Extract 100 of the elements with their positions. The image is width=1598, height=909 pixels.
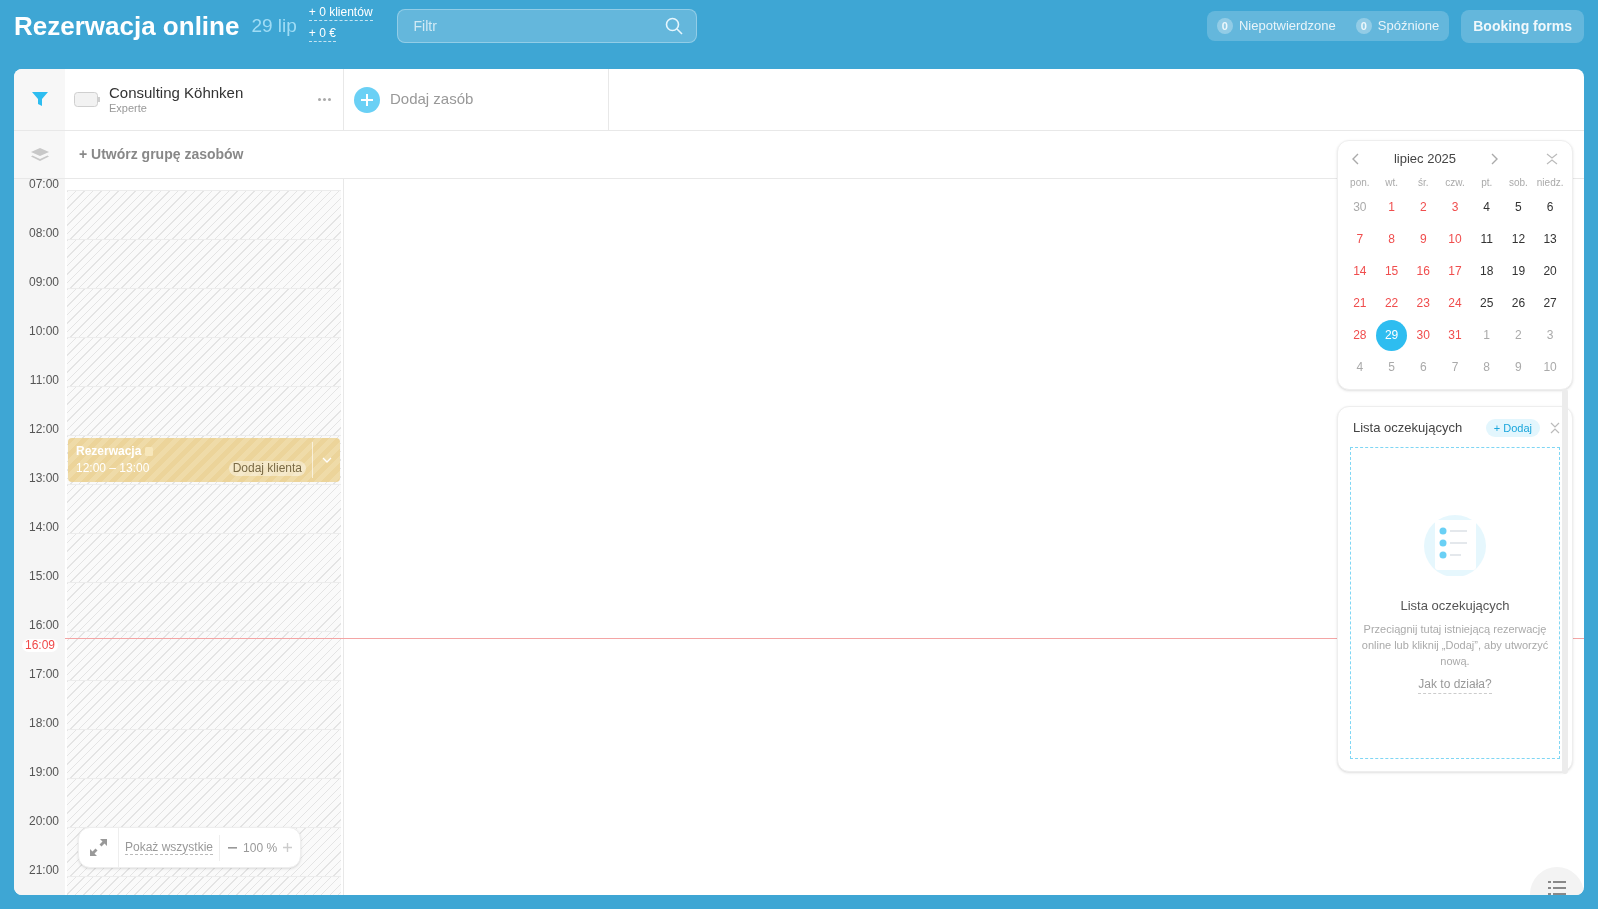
calendar-day[interactable]: 1 [1471, 319, 1503, 351]
revenue-amount[interactable]: + 0 € [308, 25, 336, 42]
booking-title: Rezerwacja [76, 444, 142, 459]
calendar-day[interactable]: 28 [1344, 319, 1376, 351]
status-counter[interactable]: 0 Spóźnione [1355, 16, 1440, 36]
calendar-month: lipiec 2025 [1392, 150, 1458, 169]
add-client-button[interactable]: Dodaj klienta [228, 461, 306, 476]
time-label: 18:00 [28, 716, 59, 730]
calendar-day[interactable]: 2 [1407, 191, 1439, 223]
calendar-day[interactable]: 7 [1439, 351, 1471, 383]
current-time-label: 16:09 [22, 639, 59, 653]
time-label: 10:00 [28, 324, 59, 338]
empty-state-text: Przeciągnij tutaj istniejącą rezerwację online lub kliknij „Dodaj”, aby utworzyć nową. [1360, 622, 1550, 670]
calendar-day[interactable]: 3 [1439, 191, 1471, 223]
booking-block[interactable]: Rezerwacja 12:00 – 13:00 Dodaj klienta [68, 438, 340, 482]
counter-badge: 0 [1355, 18, 1372, 34]
calendar-day[interactable]: 19 [1502, 255, 1534, 287]
calendar-day[interactable]: 25 [1471, 287, 1503, 319]
note-icon [145, 447, 154, 456]
calendar-day[interactable]: 16 [1407, 255, 1439, 287]
layers-icon [30, 147, 49, 162]
weekday-label: niedz. [1535, 176, 1565, 190]
collapse-icon[interactable] [1550, 422, 1560, 434]
filter-icon[interactable] [31, 92, 48, 107]
calendar-day[interactable]: 30 [1407, 319, 1439, 351]
counter-badge: 0 [1216, 18, 1233, 34]
add-resource-button[interactable]: Dodaj zasób [344, 69, 609, 130]
weekday-label: pon. [1349, 176, 1371, 190]
calendar-day[interactable]: 5 [1502, 191, 1534, 223]
calendar-day[interactable]: 6 [1407, 351, 1439, 383]
calendar-day[interactable]: 3 [1534, 319, 1566, 351]
calendar-day[interactable]: 27 [1534, 287, 1566, 319]
calendar-day[interactable]: 22 [1376, 287, 1408, 319]
more-options-icon[interactable] [318, 98, 331, 101]
next-month-icon[interactable] [1491, 153, 1498, 165]
show-all-link[interactable]: Pokaż wszystkie [125, 840, 214, 855]
calendar-day[interactable]: 2 [1502, 319, 1534, 351]
booking-forms-button[interactable]: Booking forms [1461, 9, 1584, 43]
calendar-day[interactable]: 23 [1407, 287, 1439, 319]
time-label: 07:00 [28, 179, 59, 191]
collapse-icon[interactable] [1546, 153, 1558, 165]
calendar-day[interactable]: 10 [1439, 223, 1471, 255]
calendar-day[interactable]: 30 [1344, 191, 1376, 223]
previous-month-icon[interactable] [1352, 153, 1359, 165]
calendar-day[interactable]: 20 [1534, 255, 1566, 287]
resource-header[interactable]: Consulting Köhnken Experte [65, 69, 344, 130]
calendar-day[interactable]: 8 [1471, 351, 1503, 383]
weekday-label: pt. [1480, 176, 1494, 190]
calendar-day[interactable]: 4 [1471, 191, 1503, 223]
how-it-works-link[interactable]: Jak to działa? [1418, 675, 1492, 695]
create-group-button[interactable]: + Utwórz grupę zasobów [79, 131, 244, 178]
time-label: 19:00 [28, 765, 59, 779]
calendar-day[interactable]: 17 [1439, 255, 1471, 287]
time-label: 08:00 [28, 226, 59, 240]
calendar-day[interactable]: 24 [1439, 287, 1471, 319]
calendar-day[interactable]: 12 [1502, 223, 1534, 255]
calendar-day[interactable]: 11 [1471, 223, 1503, 255]
battery-icon [74, 92, 101, 107]
time-label: 14:00 [28, 520, 59, 534]
clients-count[interactable]: + 0 klientów [308, 4, 373, 21]
expand-icon[interactable] [90, 839, 107, 856]
weekday-label: wt. [1384, 176, 1399, 190]
calendar-day[interactable]: 7 [1344, 223, 1376, 255]
calendar-day[interactable]: 5 [1376, 351, 1408, 383]
booking-time: 12:00 – 13:00 [76, 461, 150, 476]
plus-icon [354, 86, 380, 113]
counter-label: Spóźnione [1377, 17, 1440, 36]
add-waitlist-button[interactable]: + Dodaj [1485, 419, 1540, 437]
list-icon [1548, 881, 1566, 895]
status-counter[interactable]: 0 Niepotwierdzone [1216, 16, 1336, 36]
time-label: 21:00 [28, 863, 59, 877]
calendar-day[interactable]: 4 [1344, 351, 1376, 383]
calendar-day[interactable]: 21 [1344, 287, 1376, 319]
resource-name: Consulting Köhnken [109, 84, 245, 102]
weekday-label: śr. [1417, 176, 1430, 190]
calendar-day[interactable]: 26 [1502, 287, 1534, 319]
calendar-day[interactable]: 29 [1376, 319, 1408, 351]
calendar-day[interactable]: 13 [1534, 223, 1566, 255]
waitlist-title: Lista oczekujących [1353, 419, 1464, 438]
calendar-day[interactable]: 9 [1407, 223, 1439, 255]
zoom-in-icon[interactable] [283, 843, 293, 852]
chevron-down-icon[interactable] [321, 457, 332, 463]
zoom-out-icon[interactable] [228, 846, 238, 849]
calendar-day[interactable]: 8 [1376, 223, 1408, 255]
time-label: 20:00 [28, 814, 59, 828]
calendar-day[interactable]: 1 [1376, 191, 1408, 223]
current-date: 29 lip [251, 13, 297, 38]
calendar-day[interactable]: 9 [1502, 351, 1534, 383]
calendar-day[interactable]: 31 [1439, 319, 1471, 351]
weekday-label: sob. [1507, 176, 1529, 190]
search-icon [664, 17, 683, 35]
calendar-day[interactable]: 6 [1534, 191, 1566, 223]
calendar-day[interactable]: 15 [1376, 255, 1408, 287]
time-label: 17:00 [28, 667, 59, 681]
calendar-day[interactable]: 18 [1471, 255, 1503, 287]
calendar-day[interactable]: 10 [1534, 351, 1566, 383]
resource-subtitle: Experte [109, 102, 148, 115]
time-label: 13:00 [28, 471, 59, 485]
weekday-label: czw. [1444, 176, 1466, 190]
calendar-day[interactable]: 14 [1344, 255, 1376, 287]
